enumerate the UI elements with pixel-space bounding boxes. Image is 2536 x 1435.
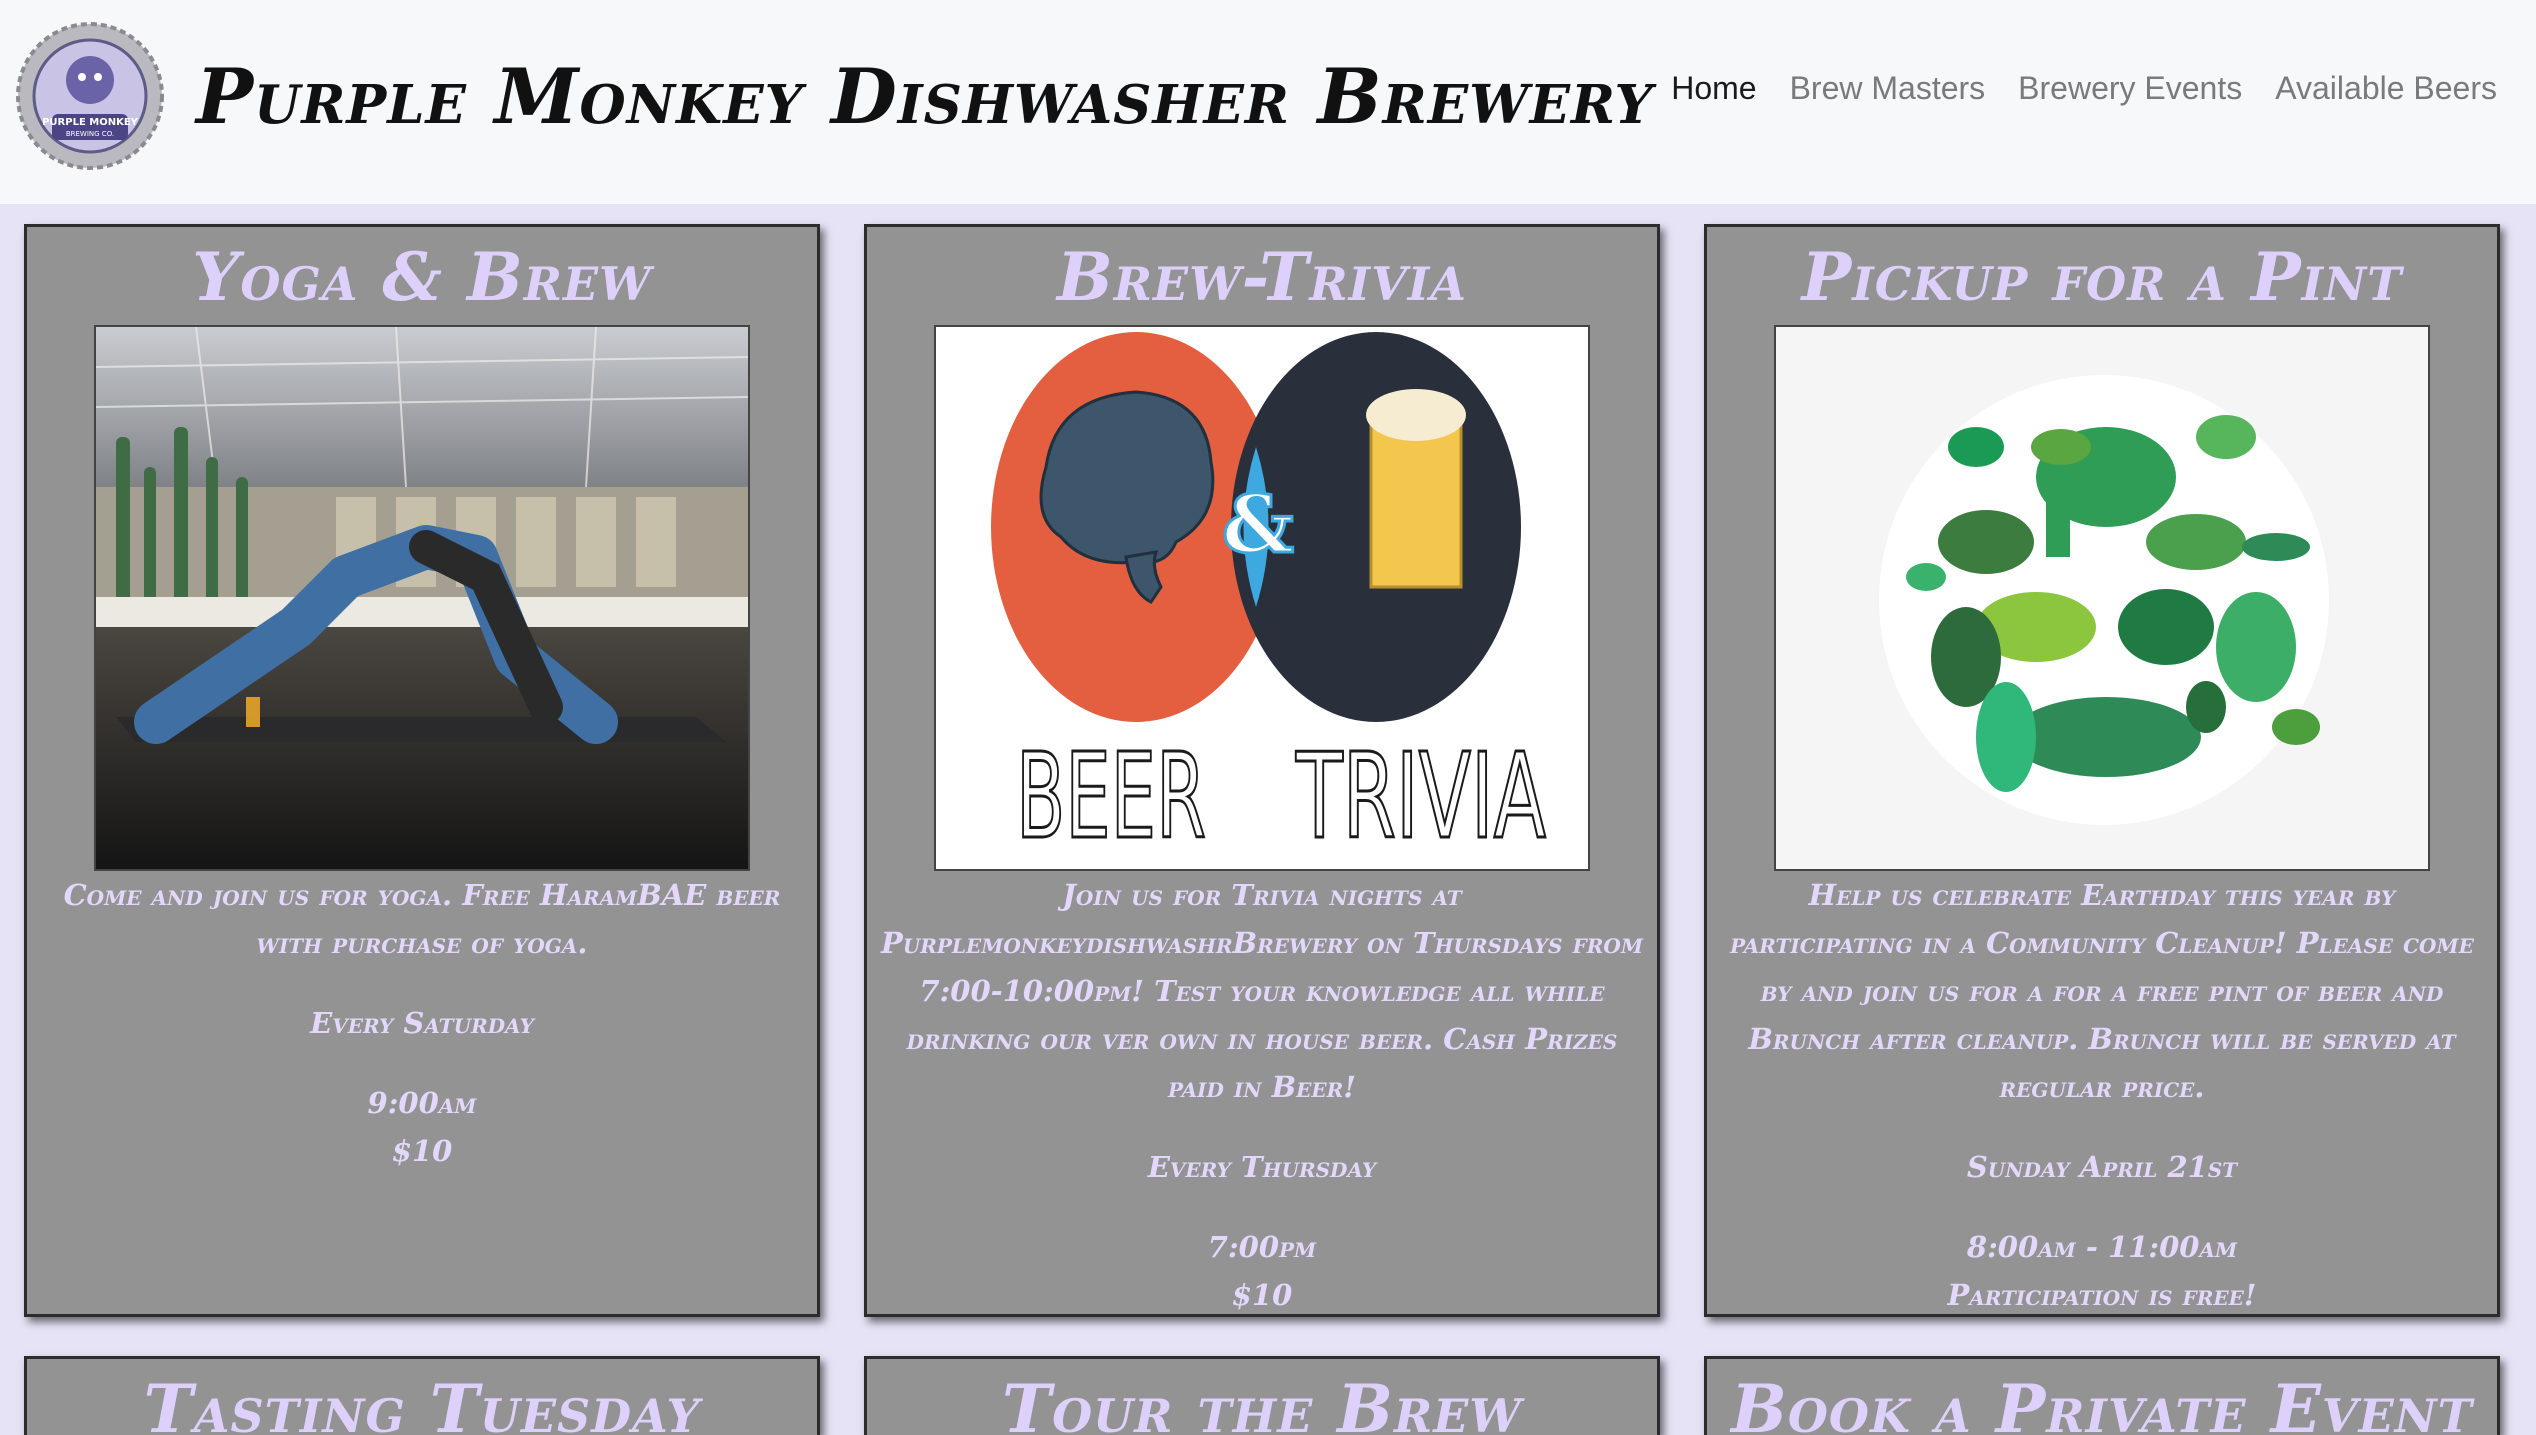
event-card-trivia: Brew-Trivia & BEER TRIVIA Join us for Tr…	[864, 224, 1660, 1317]
beer-glass-icon	[1366, 389, 1466, 589]
card-price: $10	[391, 1134, 453, 1168]
card-time: 7:00pm	[1207, 1230, 1317, 1264]
event-card-yoga: Yoga & Brew Come and join us for yoga. F…	[24, 224, 820, 1317]
event-card-tasting: Tasting Tuesday	[24, 1356, 820, 1435]
card-schedule: Sunday April 21st	[1966, 1150, 2238, 1184]
navbar: PURPLE MONKEY BREWING CO. Purple Monkey …	[0, 0, 2536, 204]
card-description: Help us celebrate Earthday this year by …	[1730, 878, 2474, 1104]
card-body: Help us celebrate Earthday this year by …	[1707, 871, 2497, 1314]
nav-brew-masters[interactable]: Brew Masters	[1790, 70, 1986, 107]
card-title: Pickup for a Pint	[1801, 238, 2403, 316]
card-price: Participation is free!	[1947, 1278, 2257, 1312]
card-title: Tour the Brew	[1002, 1370, 1522, 1435]
event-card-pickup: Pickup for a Pint Help us celebrate Eart…	[1704, 224, 2500, 1317]
trivia-image: & BEER TRIVIA	[934, 325, 1590, 871]
card-description: Join us for Trivia nights at Purplemonke…	[881, 878, 1643, 1104]
card-time: 8:00am - 11:00am	[1966, 1230, 2238, 1264]
card-title: Brew-Trivia	[1057, 238, 1467, 316]
card-schedule: Every Saturday	[310, 1006, 534, 1040]
card-time: 9:00am	[367, 1086, 477, 1120]
yoga-photo	[94, 325, 750, 871]
card-title: Book a Private Event	[1731, 1370, 2473, 1435]
trivia-beer-text: BEER	[1016, 727, 1206, 865]
card-price: $10	[1231, 1278, 1293, 1312]
event-card-tour: Tour the Brew	[864, 1356, 1660, 1435]
nav-available-beers[interactable]: Available Beers	[2275, 70, 2497, 107]
card-title: Yoga & Brew	[192, 238, 652, 316]
trivia-amp: &	[1222, 477, 1294, 571]
logo-subtext: BREWING CO.	[66, 130, 114, 138]
trivia-trivia-text: TRIVIA	[1295, 727, 1546, 865]
card-body: Come and join us for yoga. Free HaramBAE…	[27, 871, 817, 1175]
brand-title[interactable]: Purple Monkey Dishwasher Brewery	[196, 44, 1653, 148]
main-nav: Home Brew Masters Brewery Events Availab…	[1671, 70, 2497, 107]
card-description: Come and join us for yoga. Free HaramBAE…	[63, 878, 781, 960]
earthday-animals-image	[1774, 325, 2430, 871]
nav-home[interactable]: Home	[1671, 70, 1756, 107]
card-body: Join us for Trivia nights at Purplemonke…	[867, 871, 1657, 1314]
logo-text: PURPLE MONKEY	[42, 117, 139, 128]
card-title: Tasting Tuesday	[143, 1370, 701, 1435]
card-schedule: Every Thursday	[1147, 1150, 1377, 1184]
nav-brewery-events[interactable]: Brewery Events	[2018, 70, 2242, 107]
event-card-private: Book a Private Event	[1704, 1356, 2500, 1435]
brewery-logo[interactable]: PURPLE MONKEY BREWING CO.	[16, 22, 164, 170]
